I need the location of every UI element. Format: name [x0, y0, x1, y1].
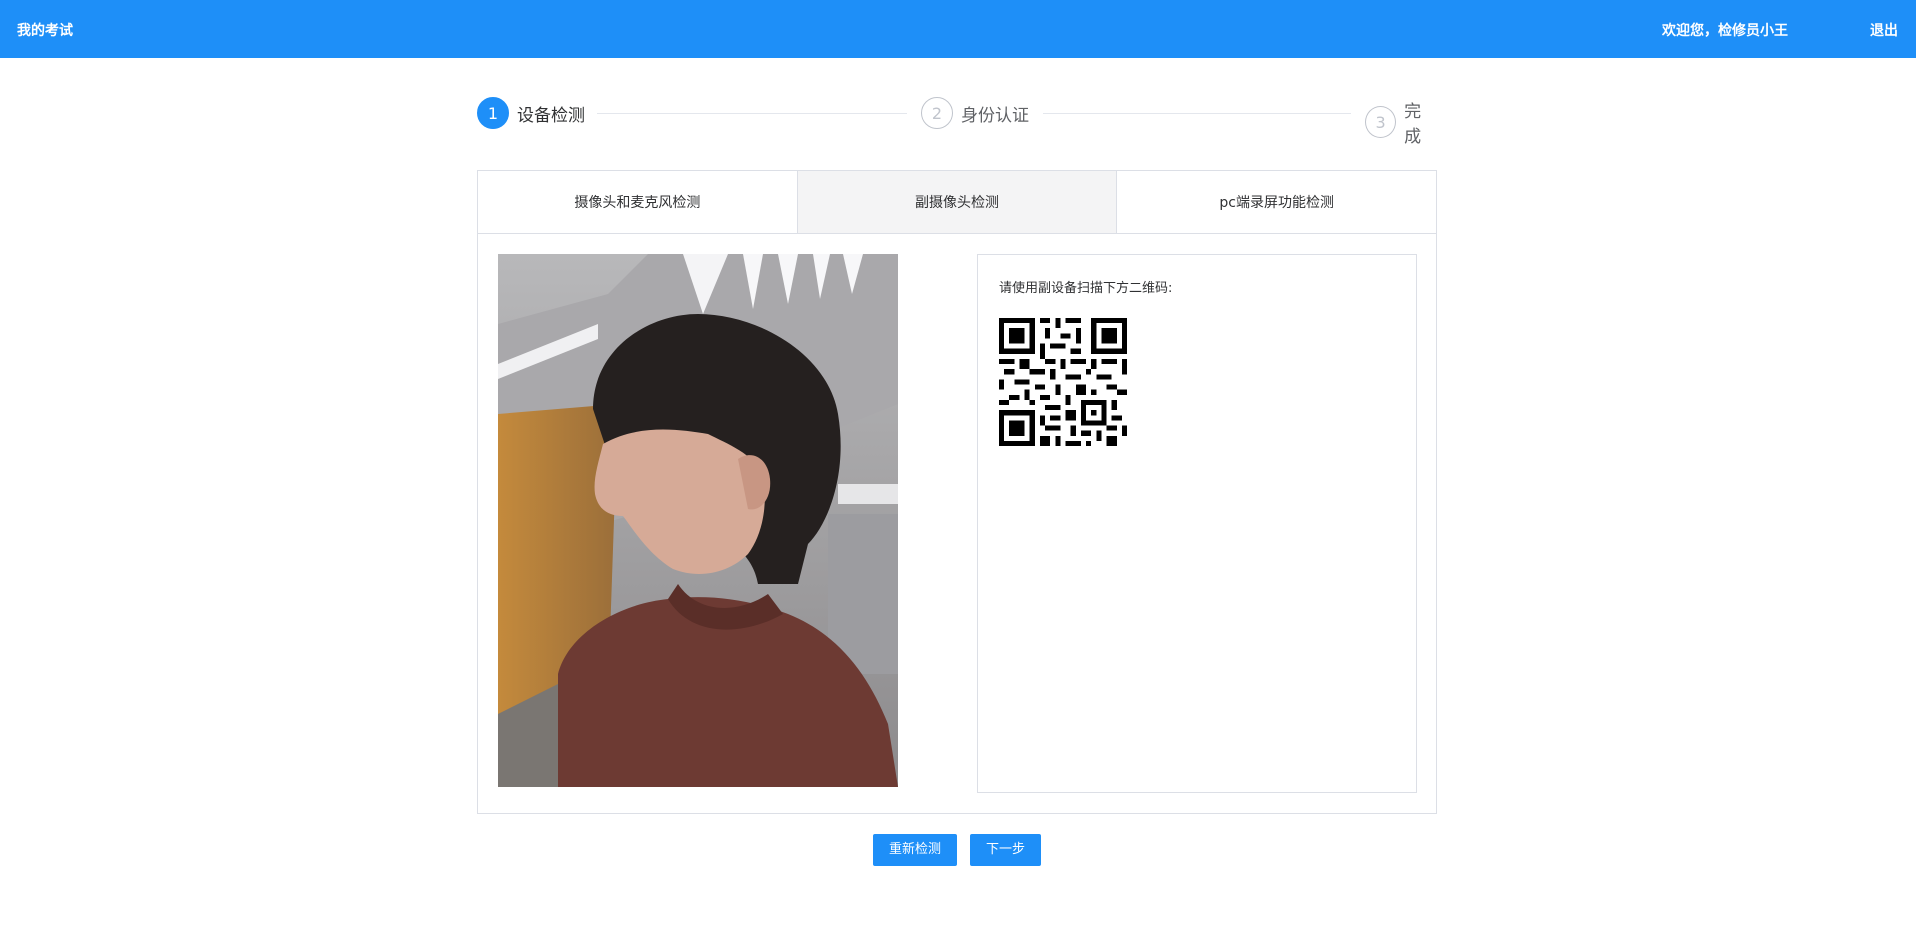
step-label: 完成	[1404, 102, 1422, 147]
action-buttons: 重新检测 下一步	[477, 834, 1437, 866]
detection-panel: 摄像头和麦克风检测 副摄像头检测 pc端录屏功能检测 请使用副设备扫描下方二维码…	[477, 170, 1437, 814]
next-step-button[interactable]: 下一步	[970, 834, 1042, 866]
step-number-circle: 2	[921, 97, 953, 129]
retest-button[interactable]: 重新检测	[872, 834, 957, 866]
step-complete: 3 完成	[1365, 97, 1437, 147]
welcome-user-text: 欢迎您，检修员小王	[1662, 23, 1788, 39]
step-connector	[597, 113, 907, 114]
camera-preview	[498, 254, 898, 787]
step-device-check: 1 设备检测	[477, 97, 585, 129]
tab-pc-screen-recording[interactable]: pc端录屏功能检测	[1117, 171, 1437, 233]
qr-code-image	[999, 318, 1127, 446]
logout-link[interactable]: 退出	[1870, 20, 1898, 40]
detection-tabs: 摄像头和麦克风检测 副摄像头检测 pc端录屏功能检测	[478, 171, 1437, 234]
step-identity-verification: 2 身份认证	[921, 97, 1029, 129]
step-connector	[1043, 113, 1351, 114]
qr-code-box: 请使用副设备扫描下方二维码:	[977, 254, 1417, 793]
step-number-circle: 3	[1365, 106, 1397, 138]
steps-indicator: 1 设备检测 2 身份认证 3 完成	[477, 95, 1437, 147]
tab-camera-microphone[interactable]: 摄像头和麦克风检测	[478, 171, 798, 233]
page-title[interactable]: 我的考试	[17, 20, 73, 40]
step-label: 身份认证	[961, 105, 1029, 126]
tab-secondary-camera[interactable]: 副摄像头检测	[797, 171, 1118, 233]
top-navigation-bar: 我的考试 欢迎您，检修员小王 退出	[0, 0, 1916, 58]
step-label: 设备检测	[517, 105, 585, 126]
step-number-circle: 1	[477, 97, 509, 129]
camera-feed-image	[498, 254, 898, 787]
main-content: 1 设备检测 2 身份认证 3 完成 摄像头和麦克风检测 副摄像头检测 pc端录…	[477, 95, 1437, 866]
qr-scan-hint: 请使用副设备扫描下方二维码:	[999, 281, 1173, 296]
